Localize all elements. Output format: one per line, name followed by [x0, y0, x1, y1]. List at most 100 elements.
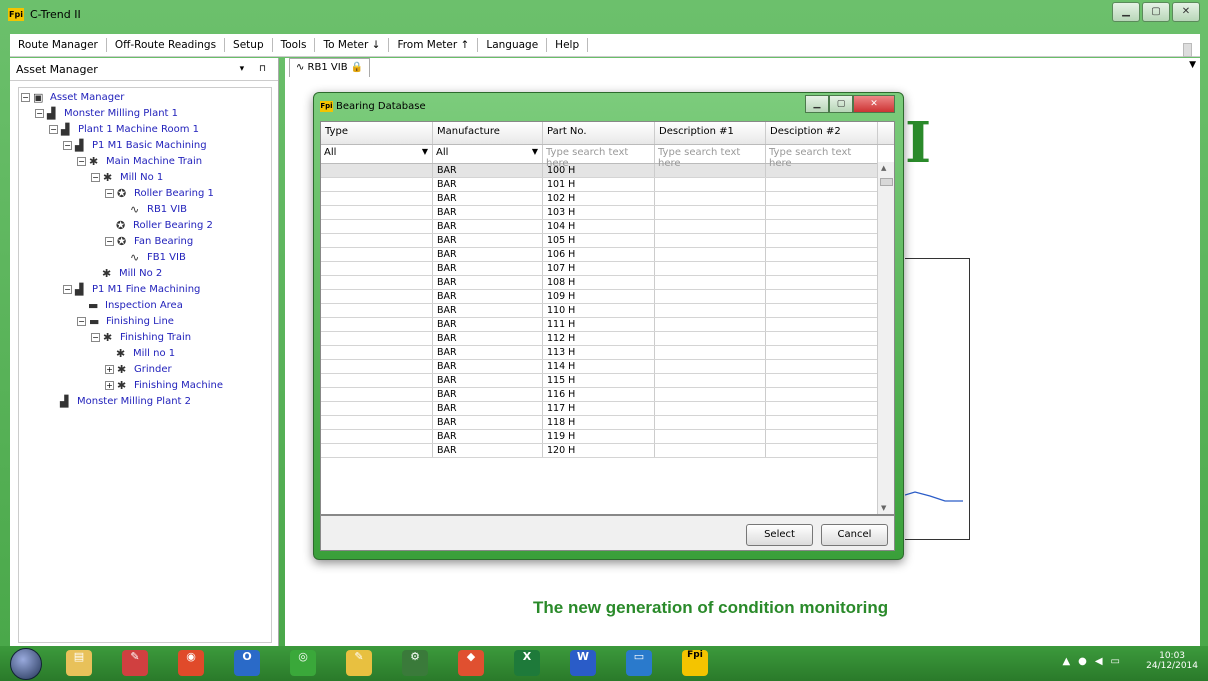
- tree-node[interactable]: ✪ Roller Bearing 2: [105, 218, 213, 233]
- table-row[interactable]: BAR 105 H: [321, 234, 894, 248]
- table-row[interactable]: BAR 100 H: [321, 164, 894, 178]
- tree-node[interactable]: ∿ FB1 VIB: [119, 250, 186, 265]
- table-row[interactable]: BAR 120 H: [321, 444, 894, 458]
- tree-node[interactable]: − ▟ Monster Milling Plant 1: [35, 106, 178, 121]
- expand-icon[interactable]: +: [105, 381, 114, 390]
- collapse-icon[interactable]: −: [35, 109, 44, 118]
- tree-node[interactable]: ▬ Inspection Area: [77, 298, 183, 313]
- menu-item-7[interactable]: Help: [547, 38, 589, 52]
- part-no-search-input[interactable]: Type search text here: [543, 145, 655, 169]
- table-row[interactable]: BAR 104 H: [321, 220, 894, 234]
- collapse-icon[interactable]: −: [105, 189, 114, 198]
- outlook-icon[interactable]: O: [234, 650, 260, 676]
- column-header-description-2[interactable]: Desciption #2: [766, 122, 878, 144]
- explorer-icon[interactable]: ▤: [66, 650, 92, 676]
- column-header-part-no[interactable]: Part No.: [543, 122, 655, 144]
- collapse-icon[interactable]: −: [91, 173, 100, 182]
- notes-icon[interactable]: ✎: [346, 650, 372, 676]
- description-1-search-input[interactable]: Type search text here: [655, 145, 766, 169]
- tree-node[interactable]: − ▟ P1 M1 Fine Machining: [63, 282, 200, 297]
- collapse-icon[interactable]: −: [21, 93, 30, 102]
- maximize-button[interactable]: ▢: [1142, 2, 1170, 22]
- tree-node[interactable]: − ✱ Finishing Train: [91, 330, 191, 345]
- tab-list-icon[interactable]: ▼: [1189, 60, 1196, 70]
- scroll-down-icon[interactable]: ▼: [881, 504, 886, 512]
- table-row[interactable]: BAR 117 H: [321, 402, 894, 416]
- cancel-button[interactable]: Cancel: [821, 524, 888, 546]
- menu-item-6[interactable]: Language: [478, 38, 548, 52]
- minimize-button[interactable]: ▁: [1112, 2, 1140, 22]
- menu-overflow-handle[interactable]: [1183, 43, 1192, 57]
- table-row[interactable]: BAR 118 H: [321, 416, 894, 430]
- tree-node[interactable]: − ✱ Mill No 1: [91, 170, 163, 185]
- table-row[interactable]: BAR 114 H: [321, 360, 894, 374]
- tab-rb1-vib[interactable]: ∿ RB1 VIB 🔒: [289, 58, 371, 77]
- bearing-grid[interactable]: Type Manufacture Part No. Description #1…: [320, 121, 895, 515]
- paint-icon[interactable]: ✎: [122, 650, 148, 676]
- table-row[interactable]: BAR 110 H: [321, 304, 894, 318]
- git-icon[interactable]: ◆: [458, 650, 484, 676]
- scroll-thumb[interactable]: [880, 178, 893, 186]
- column-header-type[interactable]: Type: [321, 122, 433, 144]
- collapse-icon[interactable]: −: [63, 285, 72, 294]
- table-row[interactable]: BAR 101 H: [321, 178, 894, 192]
- ctrend-icon[interactable]: Fpi: [682, 650, 708, 676]
- start-button[interactable]: [10, 648, 42, 680]
- dialog-maximize-button[interactable]: ▢: [829, 95, 853, 113]
- table-row[interactable]: BAR 107 H: [321, 262, 894, 276]
- remote-desktop-icon[interactable]: ▭: [626, 650, 652, 676]
- menu-item-0[interactable]: Route Manager: [10, 38, 107, 52]
- table-row[interactable]: BAR 111 H: [321, 318, 894, 332]
- table-row[interactable]: BAR 112 H: [321, 332, 894, 346]
- tree-node[interactable]: + ✱ Finishing Machine: [105, 378, 223, 393]
- tree-node[interactable]: − ✱ Main Machine Train: [77, 154, 202, 169]
- collapse-icon[interactable]: −: [49, 125, 58, 134]
- word-icon[interactable]: W: [570, 650, 596, 676]
- table-row[interactable]: BAR 109 H: [321, 290, 894, 304]
- excel-icon[interactable]: X: [514, 650, 540, 676]
- description-2-search-input[interactable]: Type search text here: [766, 145, 878, 169]
- panel-pin-icon[interactable]: ▾ ⊓: [240, 64, 272, 74]
- tree-node[interactable]: − ▟ P1 M1 Basic Machining: [63, 138, 207, 153]
- tree-node[interactable]: ▟ Monster Milling Plant 2: [49, 394, 191, 409]
- menu-item-1[interactable]: Off-Route Readings: [107, 38, 226, 52]
- table-row[interactable]: BAR 115 H: [321, 374, 894, 388]
- tree-node[interactable]: − ▣ Asset Manager: [21, 90, 124, 105]
- collapse-icon[interactable]: −: [105, 237, 114, 246]
- tree-node[interactable]: − ▬ Finishing Line: [77, 314, 174, 329]
- dialog-minimize-button[interactable]: ▁: [805, 95, 829, 113]
- tree-node[interactable]: ✱ Mill no 1: [105, 346, 175, 361]
- tree-node[interactable]: − ✪ Roller Bearing 1: [105, 186, 214, 201]
- media-icon[interactable]: ◎: [290, 650, 316, 676]
- type-filter-select[interactable]: All ▼: [321, 145, 433, 163]
- tree-node[interactable]: + ✱ Grinder: [105, 362, 172, 377]
- menu-item-5[interactable]: From Meter ↑: [389, 38, 479, 52]
- close-button[interactable]: ✕: [1172, 2, 1200, 22]
- table-row[interactable]: BAR 113 H: [321, 346, 894, 360]
- menu-item-4[interactable]: To Meter ↓: [315, 38, 390, 52]
- dialog-close-button[interactable]: ✕: [853, 95, 895, 113]
- table-row[interactable]: BAR 103 H: [321, 206, 894, 220]
- tray-icons[interactable]: ▲●◀▭: [1062, 656, 1128, 667]
- tree-node[interactable]: − ▟ Plant 1 Machine Room 1: [49, 122, 199, 137]
- manufacture-filter-select[interactable]: All ▼: [433, 145, 543, 163]
- table-row[interactable]: BAR 108 H: [321, 276, 894, 290]
- column-header-manufacture[interactable]: Manufacture: [433, 122, 543, 144]
- tool-icon[interactable]: ⚙: [402, 650, 428, 676]
- chrome-icon[interactable]: ◉: [178, 650, 204, 676]
- collapse-icon[interactable]: −: [77, 157, 86, 166]
- collapse-icon[interactable]: −: [91, 333, 100, 342]
- column-header-description-1[interactable]: Description #1: [655, 122, 766, 144]
- tree-node[interactable]: ∿ RB1 VIB: [119, 202, 187, 217]
- asset-tree[interactable]: − ▣ Asset Manager − ▟ Monster Milling Plant 1…: [18, 87, 272, 643]
- table-row[interactable]: BAR 102 H: [321, 192, 894, 206]
- table-row[interactable]: BAR 106 H: [321, 248, 894, 262]
- clock[interactable]: 10:03 24/12/2014: [1146, 651, 1198, 671]
- tree-node[interactable]: − ✪ Fan Bearing: [105, 234, 193, 249]
- select-button[interactable]: Select: [746, 524, 813, 546]
- expand-icon[interactable]: +: [105, 365, 114, 374]
- table-row[interactable]: BAR 116 H: [321, 388, 894, 402]
- tree-node[interactable]: ✱ Mill No 2: [91, 266, 162, 281]
- menu-item-2[interactable]: Setup: [225, 38, 273, 52]
- collapse-icon[interactable]: −: [63, 141, 72, 150]
